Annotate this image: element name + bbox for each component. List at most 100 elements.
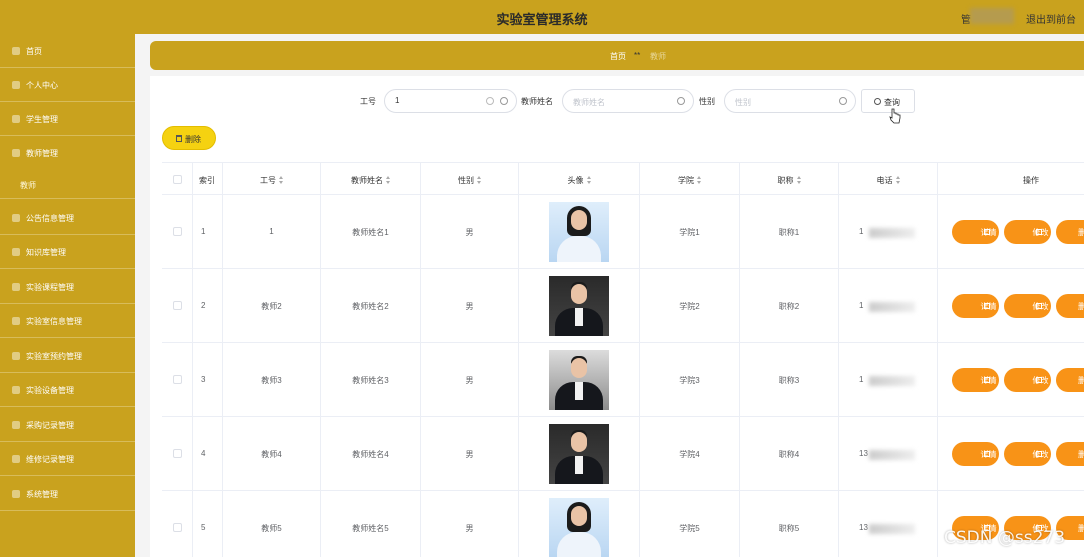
breadcrumb: 首页 ** 教师 — [150, 41, 1084, 70]
table-header-select — [162, 163, 193, 195]
phone-blur — [869, 376, 915, 386]
sidebar-subitem-label: 教师 — [20, 181, 36, 190]
pencil-icon — [1036, 303, 1042, 309]
cell-phone: 1 — [859, 375, 864, 384]
cell-phone: 1 — [859, 227, 864, 236]
cart-icon — [12, 421, 20, 429]
sort-icon — [279, 176, 283, 184]
sidebar-item-label: 教师管理 — [26, 149, 58, 158]
cell-gonghao: 教师3 — [261, 376, 282, 385]
header-label: 电话 — [839, 175, 937, 186]
search-button[interactable]: 查询 — [861, 89, 915, 113]
header-label: 操作 — [1023, 176, 1039, 185]
cell-gonghao: 1 — [269, 227, 274, 236]
delete-button[interactable]: 删除 — [1056, 442, 1084, 466]
sort-icon — [796, 176, 801, 184]
sidebar-item-devices[interactable]: 实验设备管理 — [0, 373, 135, 407]
detail-button[interactable]: 详情 — [952, 442, 999, 466]
sidebar-item-label: 首页 — [26, 47, 42, 56]
sidebar-item-system[interactable]: 系统管理 — [0, 477, 135, 511]
cell-college: 学院2 — [679, 302, 700, 311]
edit-button[interactable]: 修改 — [1004, 220, 1051, 244]
sort-icon — [697, 176, 701, 184]
edit-button[interactable]: 修改 — [1004, 442, 1051, 466]
table-header-actions: 操作 — [938, 163, 1084, 195]
cell-name: 教师姓名4 — [352, 450, 389, 459]
name-input[interactable]: 教师姓名 — [562, 89, 694, 113]
gear-icon — [12, 490, 20, 498]
main-panel: 工号 1 教师姓名 教师姓名 性别 性别 查询 删除 索引 工号 教师姓名 性别… — [150, 76, 1084, 557]
search-button-label: 查询 — [884, 98, 900, 107]
cell-index: 2 — [201, 301, 206, 310]
pencil-icon — [1036, 377, 1042, 383]
detail-button[interactable]: 详情 — [952, 294, 999, 318]
gender-label: 性别 — [699, 97, 715, 106]
table-header-gonghao[interactable]: 工号 — [223, 163, 321, 195]
bulk-delete-label: 删除 — [185, 135, 201, 144]
cell-phone: 13 — [859, 523, 868, 532]
sidebar-item-reservations[interactable]: 实验室预约管理 — [0, 339, 135, 373]
logout-link[interactable]: 退出到前台 — [1026, 11, 1076, 26]
clear-icon[interactable] — [486, 97, 494, 105]
sidebar-item-personal[interactable]: 个人中心 — [0, 68, 135, 102]
sidebar-item-label: 学生管理 — [26, 115, 58, 124]
breadcrumb-separator: ** — [634, 51, 641, 60]
user-icon — [12, 81, 20, 89]
edit-button[interactable]: 修改 — [1004, 294, 1051, 318]
table-header-phone[interactable]: 电话 — [839, 163, 938, 195]
sort-icon — [477, 176, 481, 184]
book-icon — [12, 248, 20, 256]
cell-college: 学院4 — [679, 450, 700, 459]
search-icon — [677, 97, 685, 105]
table-header-college[interactable]: 学院 — [640, 163, 740, 195]
delete-button[interactable]: 删除 — [1056, 220, 1084, 244]
row-checkbox[interactable] — [173, 449, 182, 458]
row-checkbox[interactable] — [173, 301, 182, 310]
detail-button[interactable]: 详情 — [952, 220, 999, 244]
cell-name: 教师姓名5 — [352, 524, 389, 533]
sidebar-item-repairs[interactable]: 维修记录管理 — [0, 442, 135, 476]
sidebar-item-knowledge[interactable]: 知识库管理 — [0, 235, 135, 269]
gonghao-input[interactable]: 1 — [384, 89, 517, 113]
breadcrumb-home[interactable]: 首页 — [610, 51, 626, 62]
avatar — [549, 350, 609, 410]
select-all-checkbox[interactable] — [173, 175, 182, 184]
edit-button[interactable]: 修改 — [1004, 368, 1051, 392]
sidebar-item-teachers[interactable]: 教师管理 — [0, 136, 135, 170]
sort-icon — [586, 176, 591, 184]
row-checkbox[interactable] — [173, 227, 182, 236]
sidebar-item-purchases[interactable]: 采购记录管理 — [0, 408, 135, 442]
sidebar-item-courses[interactable]: 实验课程管理 — [0, 270, 135, 304]
watermark: CSDN @ss273 — [944, 528, 1066, 548]
cell-index: 5 — [201, 523, 206, 532]
sidebar-item-students[interactable]: 学生管理 — [0, 102, 135, 136]
table-header-title[interactable]: 职称 — [740, 163, 839, 195]
row-checkbox[interactable] — [173, 375, 182, 384]
delete-button[interactable]: 删除 — [1056, 368, 1084, 392]
gender-input[interactable]: 性别 — [724, 89, 856, 113]
phone-blur — [869, 302, 915, 312]
sidebar-item-label: 实验室信息管理 — [26, 317, 82, 326]
table-header-name[interactable]: 教师姓名 — [321, 163, 421, 195]
sidebar-subitem-teacher[interactable]: 教师 — [0, 171, 135, 199]
cell-title: 职称3 — [778, 376, 800, 385]
row-checkbox[interactable] — [173, 523, 182, 532]
sidebar-item-home[interactable]: 首页 — [0, 34, 135, 68]
name-label: 教师姓名 — [521, 97, 553, 106]
document-icon — [984, 377, 990, 383]
table-header-avatar[interactable]: 头像 — [519, 163, 640, 195]
app-title: 实验室管理系统 — [496, 12, 588, 27]
sidebar-item-notices[interactable]: 公告信息管理 — [0, 201, 135, 235]
table-header-gender[interactable]: 性别 — [421, 163, 519, 195]
bulk-delete-button[interactable]: 删除 — [162, 126, 216, 150]
pencil-icon — [1036, 229, 1042, 235]
cell-gonghao: 教师4 — [261, 450, 282, 459]
student-icon — [12, 115, 20, 123]
header-label: 教师姓名 — [321, 175, 420, 186]
avatar — [549, 498, 609, 557]
sidebar-item-labs[interactable]: 实验室信息管理 — [0, 304, 135, 338]
cell-title: 职称2 — [778, 302, 800, 311]
delete-button[interactable]: 删除 — [1056, 294, 1084, 318]
sidebar-item-label: 维修记录管理 — [26, 455, 74, 464]
detail-button[interactable]: 详情 — [952, 368, 999, 392]
